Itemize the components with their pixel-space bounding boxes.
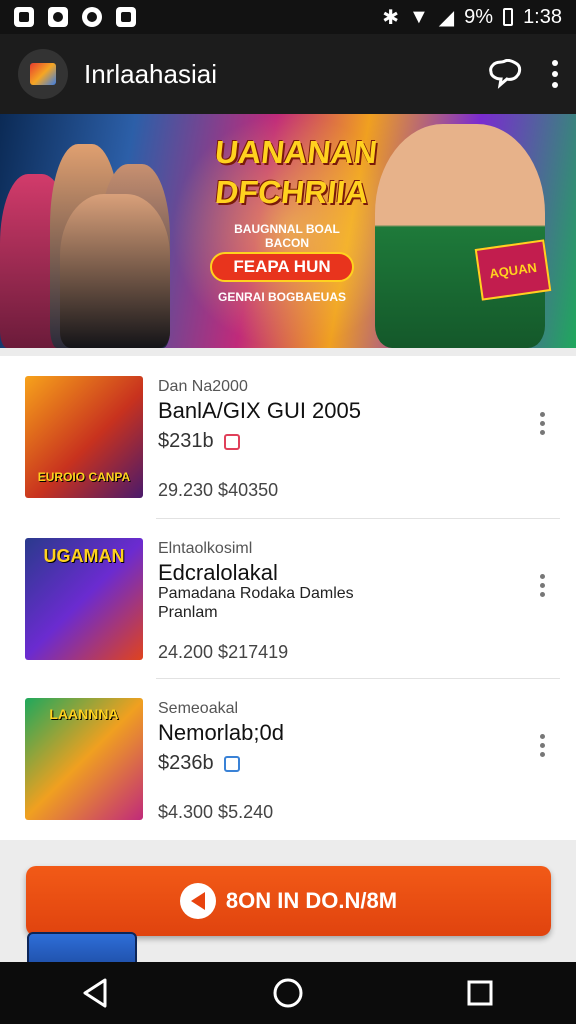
book-logo-icon xyxy=(30,63,56,85)
list-item[interactable]: EUROIO CANPA Dan Na2000 BanlA/GIX GUI 20… xyxy=(0,356,576,516)
item-subtitle: Semeoakal xyxy=(158,700,239,717)
item-thumbnail: EUROIO CANPA xyxy=(25,376,143,498)
item-price-row: $236b xyxy=(158,752,240,775)
battery-percent: 9% xyxy=(464,5,494,28)
app-title: Inrlaahasiai xyxy=(84,58,217,89)
home-icon[interactable] xyxy=(271,976,305,1010)
overflow-menu-icon[interactable] xyxy=(552,60,558,88)
banner-badge: AQUAN xyxy=(474,239,552,301)
item-title: BanlA/GIX GUI 2005 xyxy=(158,398,361,423)
banner-character xyxy=(60,194,170,348)
item-more-icon[interactable] xyxy=(540,734,545,757)
chat-notification-icon xyxy=(82,7,102,27)
wifi-icon: ▼ xyxy=(408,5,429,28)
banner-character xyxy=(375,124,545,348)
item-subtitle: Dan Na2000 xyxy=(158,378,248,395)
cta-button[interactable]: 8ON IN DO.N/8M xyxy=(26,866,551,936)
item-title: Edcralolakal xyxy=(158,560,278,585)
item-title: Nemorlab;0d xyxy=(158,720,284,745)
item-price-row: $231b xyxy=(158,430,240,453)
system-nav-bar xyxy=(0,962,576,1024)
item-thumbnail: LAANNNA xyxy=(25,698,143,820)
item-more-icon[interactable] xyxy=(540,412,545,435)
cta-label: 8ON IN DO.N/8M xyxy=(225,888,398,913)
back-icon[interactable] xyxy=(79,976,113,1010)
signal-icon: ◢ xyxy=(438,6,455,29)
list-item[interactable]: UGAMAN Elntaolkosiml Edcralolakal Pamada… xyxy=(0,518,576,678)
banner-subtitle: BAUGNNAL BOAL BACON xyxy=(234,222,340,250)
bluetooth-icon: ✱ xyxy=(382,6,399,29)
item-more-icon[interactable] xyxy=(540,574,545,597)
tag-icon xyxy=(223,433,240,450)
item-subtitle: Elntaolkosiml xyxy=(158,540,253,557)
list-item[interactable]: LAANNNA Semeoakal Nemorlab;0d $236b $4.3… xyxy=(0,678,576,838)
app-notification-icon xyxy=(14,7,34,27)
promo-banner[interactable]: UANANAN DFCHRIIA BAUGNNAL BOAL BACON FEA… xyxy=(0,114,576,348)
item-stats: 29.230 $40350 xyxy=(158,480,279,500)
download-notification-icon xyxy=(116,7,136,27)
item-price: $231b xyxy=(158,430,214,452)
app-logo[interactable] xyxy=(18,49,68,99)
tag-icon xyxy=(223,755,240,772)
item-list: EUROIO CANPA Dan Na2000 BanlA/GIX GUI 20… xyxy=(0,356,576,840)
app-bar: Inrlaahasiai xyxy=(0,34,576,114)
item-description: Pamadana Rodaka Damles Pranlam xyxy=(158,585,354,621)
camera-notification-icon xyxy=(48,7,68,27)
item-price: $236b xyxy=(158,752,214,774)
item-thumbnail: UGAMAN xyxy=(25,538,143,660)
item-stats: 24.200 $217419 xyxy=(158,642,289,662)
banner-title: UANANAN DFCHRIIA xyxy=(213,134,379,210)
status-bar: ✱ ▼ ◢ 9% 1:38 xyxy=(0,0,576,34)
notification-icons xyxy=(14,7,136,27)
banner-pill-button[interactable]: FEAPA HUN xyxy=(210,252,354,282)
battery-icon xyxy=(503,8,514,26)
play-icon xyxy=(179,883,216,919)
chat-bubble-icon[interactable] xyxy=(488,59,522,89)
clock: 1:38 xyxy=(523,5,562,28)
recents-icon[interactable] xyxy=(463,976,497,1010)
item-stats: $4.300 $5.240 xyxy=(158,802,274,822)
banner-subtitle-2: GENRAI BOGBAEUAS xyxy=(217,290,346,304)
